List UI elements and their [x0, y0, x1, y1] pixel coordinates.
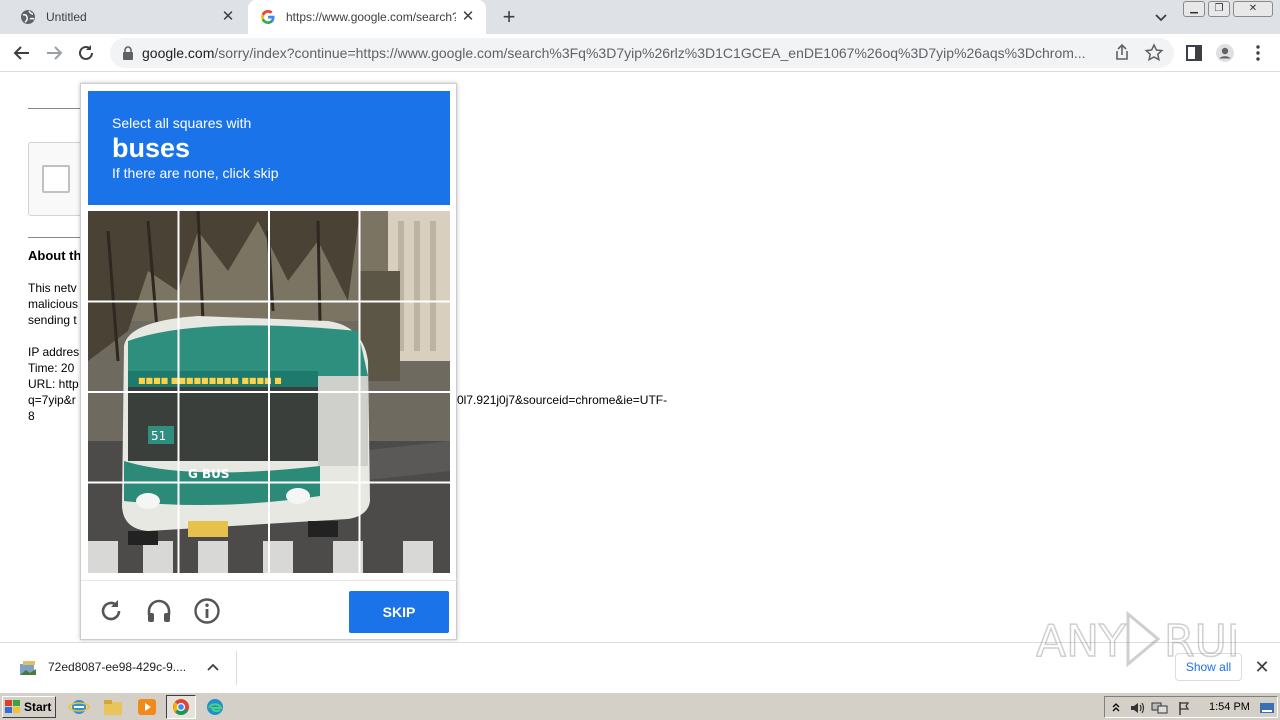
info-icon[interactable]: [193, 597, 221, 625]
tab-strip: Untitled ✕ https://www.google.com/search…: [0, 0, 1280, 34]
chrome-taskbar-button[interactable]: [166, 695, 196, 719]
windows-logo-icon: [5, 700, 20, 713]
captcha-instruction: Select all squares with: [112, 115, 252, 131]
anyrun-watermark-logo: ANY RUN: [1036, 610, 1236, 668]
about-heading: About th: [28, 248, 82, 263]
share-icon[interactable]: [1112, 43, 1132, 63]
reload-icon[interactable]: [76, 43, 96, 63]
bookmark-star-icon[interactable]: [1144, 43, 1164, 63]
skip-button[interactable]: SKIP: [349, 591, 449, 633]
divider: [236, 651, 237, 685]
ip-address-text: IP addres: [28, 345, 80, 359]
profile-avatar-icon[interactable]: [1215, 43, 1235, 63]
tray-expand-icon[interactable]: [1111, 701, 1121, 713]
forward-arrow-icon[interactable]: [44, 43, 64, 63]
back-arrow-icon[interactable]: [12, 43, 32, 63]
tab-title: Untitled: [46, 10, 87, 24]
headphones-audio-icon[interactable]: [145, 597, 173, 625]
url-text[interactable]: google.com/sorry/index?continue=https://…: [142, 45, 1100, 61]
google-g-icon: [261, 10, 275, 24]
recaptcha-checkbox-widget[interactable]: [28, 142, 88, 216]
network-icon[interactable]: [1151, 700, 1169, 716]
divider: [28, 108, 88, 109]
lock-icon[interactable]: [122, 46, 134, 60]
svg-text:■■■■ ■■■■■■■■■ ■■■■ ■: ■■■■ ■■■■■■■■■ ■■■■ ■: [138, 376, 282, 385]
close-window-button[interactable]: ✕: [1233, 1, 1273, 17]
file-explorer-icon[interactable]: [102, 697, 124, 717]
page-text: malicious: [28, 297, 79, 311]
captcha-footer: SKIP: [81, 580, 458, 641]
tab-google-search[interactable]: https://www.google.com/search?q= ✕: [248, 0, 486, 34]
system-tray: 1:54 PM: [1104, 696, 1278, 718]
url-trailing-text: 0l7.921j0j7&sourceid=chrome&ie=UTF-: [457, 393, 668, 407]
close-shelf-icon[interactable]: ✕: [1253, 658, 1271, 676]
show-desktop-icon[interactable]: [1259, 700, 1275, 716]
chrome-icon: [173, 699, 189, 715]
chevron-up-icon[interactable]: [204, 659, 222, 677]
captcha-header: Select all squares with buses If there a…: [88, 91, 450, 205]
action-center-flag-icon[interactable]: [1177, 700, 1193, 716]
close-tab-icon[interactable]: ✕: [220, 9, 236, 25]
captcha-image-grid[interactable]: ■■■■ ■■■■■■■■■ ■■■■ ■ G BUS 51: [88, 211, 450, 573]
svg-text:ANY: ANY: [1036, 616, 1126, 667]
kebab-menu-icon[interactable]: [1248, 43, 1268, 63]
start-button[interactable]: Start: [2, 696, 56, 718]
time-text: Time: 20: [28, 361, 75, 375]
url-end-text: 8: [28, 409, 35, 423]
captcha-target-object: buses: [112, 133, 191, 163]
tab-untitled[interactable]: Untitled ✕: [8, 0, 246, 34]
speaker-icon[interactable]: [1129, 700, 1145, 716]
bus-street-image: ■■■■ ■■■■■■■■■ ■■■■ ■ G BUS 51: [88, 211, 450, 573]
download-filename[interactable]: 72ed8087-ee98-429c-9....: [48, 660, 186, 674]
restore-button[interactable]: ❐: [1208, 1, 1230, 17]
chevron-down-icon[interactable]: [1152, 8, 1170, 26]
download-file-icon: [20, 661, 36, 675]
media-player-icon[interactable]: [136, 697, 158, 717]
page-text: sending t: [28, 313, 77, 327]
tab-title: https://www.google.com/search?q=: [286, 10, 456, 24]
windows-taskbar: Start 1:54 PM: [0, 692, 1280, 720]
captcha-challenge-dialog: Select all squares with buses If there a…: [80, 83, 458, 641]
url-label-text: URL: http: [28, 377, 79, 391]
url-query-text: q=7yip&r: [28, 393, 76, 407]
divider: [28, 237, 88, 238]
globe-icon: [21, 10, 35, 24]
svg-text:G BUS: G BUS: [188, 467, 230, 481]
taskbar-clock[interactable]: 1:54 PM: [1209, 701, 1250, 713]
svg-text:RUN: RUN: [1164, 616, 1236, 667]
svg-text:51: 51: [151, 429, 166, 443]
browser-toolbar: google.com/sorry/index?continue=https://…: [0, 34, 1280, 72]
recaptcha-checkbox[interactable]: [42, 165, 70, 193]
minimize-button[interactable]: ▁: [1183, 1, 1205, 17]
new-tab-icon[interactable]: +: [498, 6, 520, 28]
captcha-hint: If there are none, click skip: [112, 165, 279, 181]
start-label: Start: [24, 700, 52, 714]
page-text: This netv: [28, 281, 77, 295]
close-tab-icon[interactable]: ✕: [460, 9, 476, 25]
side-panel-icon[interactable]: [1184, 43, 1204, 63]
edge-icon[interactable]: [204, 697, 226, 717]
internet-explorer-icon[interactable]: [68, 697, 90, 717]
address-bar[interactable]: google.com/sorry/index?continue=https://…: [110, 38, 1174, 68]
reload-challenge-icon[interactable]: [97, 597, 125, 625]
